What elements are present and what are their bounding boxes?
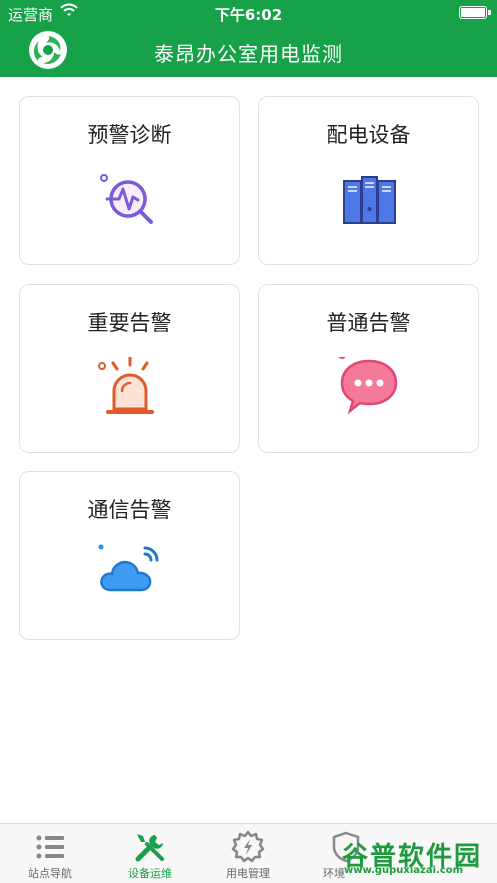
- nav-bar: 泰昂办公室用电监测: [0, 25, 497, 77]
- tab-site-navigation[interactable]: 站点导航: [0, 824, 100, 883]
- tab-power-management[interactable]: 用电管理: [198, 824, 298, 883]
- status-bar: 运营商 下午6:02: [0, 0, 497, 25]
- warning-diagnosis-icon: [99, 174, 153, 224]
- tab-label: 站点导航: [28, 867, 72, 880]
- list-icon: [36, 835, 64, 859]
- page-title: 泰昂办公室用电监测: [154, 42, 343, 66]
- tools-icon: [135, 834, 164, 862]
- tab-equipment-maintenance[interactable]: 设备运维: [100, 824, 200, 883]
- alarm-light-icon: [97, 357, 154, 414]
- tile-label: 重要告警: [87, 311, 172, 335]
- tile-label: 普通告警: [326, 311, 411, 335]
- chat-bubble-icon: [338, 357, 397, 415]
- tile-label: 配电设备: [326, 123, 411, 147]
- tile-critical-alarm[interactable]: 重要告警: [19, 284, 240, 453]
- battery-icon: [459, 6, 487, 19]
- battery-tip: [488, 10, 491, 15]
- tile-general-alarm[interactable]: 普通告警: [258, 284, 479, 453]
- watermark-url: www.gupuxiazai.com: [344, 865, 464, 876]
- tile-label: 通信告警: [87, 498, 172, 522]
- clock: 下午6:02: [214, 6, 283, 24]
- watermark: 谷普软件园 www.gupuxiazai.com: [342, 832, 494, 876]
- tile-distribution-equipment[interactable]: 配电设备: [258, 96, 479, 265]
- cloud-signal-icon: [98, 544, 158, 592]
- tile-communication-alarm[interactable]: 通信告警: [19, 471, 240, 640]
- distribution-equipment-icon: [342, 176, 396, 224]
- power-gear-icon: [231, 830, 265, 863]
- tab-label: 用电管理: [226, 867, 270, 880]
- tile-warning-diagnosis[interactable]: 预警诊断: [19, 96, 240, 265]
- tile-label: 预警诊断: [87, 123, 172, 147]
- tab-label: 设备运维: [128, 867, 172, 880]
